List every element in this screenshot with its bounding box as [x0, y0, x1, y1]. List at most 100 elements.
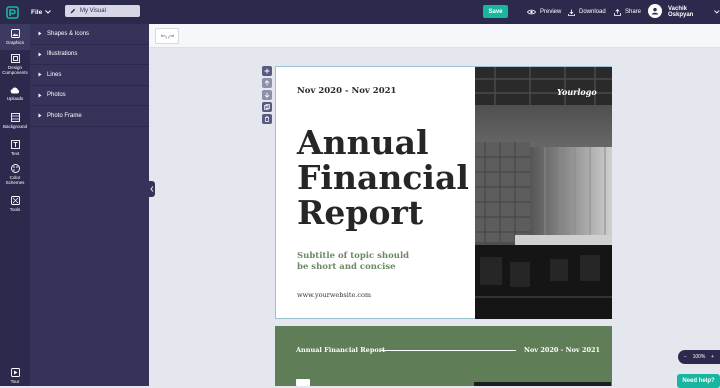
panel-item-photo-frame[interactable]: Photo Frame [30, 106, 149, 127]
title-line-3: Report [297, 193, 424, 232]
design-page-2[interactable]: Annual Financial Report Nov 2020 - Nov 2… [275, 326, 612, 386]
zoom-level[interactable]: 100% [693, 354, 706, 360]
rail-item-color-schemes[interactable]: Color Schemes [0, 164, 30, 188]
avatar[interactable] [648, 4, 662, 18]
panel-item-lines[interactable]: Lines [30, 65, 149, 86]
panel-item-label: Illustrations [47, 51, 78, 58]
rail-item-graphics[interactable]: Graphics [0, 24, 30, 50]
zoom-out-button[interactable]: − [684, 354, 687, 360]
copy-icon [264, 104, 270, 110]
pencil-icon [70, 8, 76, 14]
rail-label-text: Text [10, 151, 20, 156]
subtitle-text[interactable]: Subtitle of topic should be short and co… [297, 251, 417, 273]
trash-icon [265, 116, 269, 122]
office-photo-image [475, 67, 612, 319]
arrow-up-icon [264, 80, 270, 86]
rail-label-color-schemes: Color Schemes [5, 175, 25, 185]
project-name-field[interactable]: My Visual [65, 5, 140, 17]
undo-icon[interactable] [160, 34, 167, 39]
panel-item-photos[interactable]: Photos [30, 86, 149, 106]
panel-item-label: Photo Frame [47, 112, 82, 119]
caret-right-icon [38, 93, 42, 98]
page2-heading-fragment[interactable] [296, 379, 310, 386]
zoom-control: − 100% + [678, 350, 720, 364]
background-icon [10, 113, 20, 122]
rail-label-uploads: Uploads [6, 96, 24, 101]
user-menu[interactable]: Vachik Oskpyan [668, 0, 720, 24]
rail-label-background: Background [2, 124, 28, 129]
download-label: Download [579, 9, 606, 15]
add-page-button[interactable] [262, 66, 272, 76]
duplicate-page-button[interactable] [262, 102, 272, 112]
preview-button[interactable]: Preview [527, 0, 561, 24]
rail-label-tools: Tools [9, 207, 21, 212]
title-line-2: Financial [297, 158, 469, 197]
share-label: Share [625, 9, 642, 15]
panel-item-label: Lines [47, 71, 62, 78]
title-line-1: Annual [297, 123, 429, 162]
file-menu[interactable]: File [31, 8, 52, 16]
user-name: Vachik Oskpyan [668, 6, 694, 18]
panel-item-label: Photos [47, 92, 66, 99]
rail-item-design-components[interactable]: Design Components [0, 54, 30, 80]
caret-right-icon [38, 72, 42, 77]
rail-label-design-components: Design Components [2, 65, 28, 75]
download-button[interactable]: Download [568, 0, 606, 24]
tools-icon [10, 196, 20, 205]
design-components-icon [10, 54, 20, 63]
delete-page-button[interactable] [262, 114, 272, 124]
redo-icon[interactable] [167, 34, 175, 39]
user-icon [651, 7, 659, 15]
arrow-down-icon [264, 92, 270, 98]
page2-date-range[interactable]: Nov 2020 - Nov 2021 [524, 346, 600, 354]
rail-label-tour: Tour [10, 379, 20, 384]
date-range-text[interactable]: Nov 2020 - Nov 2021 [297, 86, 396, 96]
panel-item-label: Shapes & Icons [47, 30, 90, 37]
project-name: My Visual [80, 8, 106, 14]
share-button[interactable]: Share [614, 0, 641, 24]
tour-icon [10, 368, 20, 377]
app-logo-icon[interactable] [0, 0, 24, 24]
history-bar [149, 24, 720, 48]
save-button[interactable]: Save [483, 5, 508, 18]
rail-label-graphics: Graphics [5, 40, 24, 45]
rail-item-background[interactable]: Background [0, 113, 30, 131]
logo-text[interactable]: Yourlogo [557, 87, 597, 97]
collapse-panel-button[interactable] [149, 181, 155, 197]
page-tools [262, 66, 272, 126]
caret-right-icon [38, 113, 42, 118]
text-icon [10, 140, 20, 149]
share-icon [614, 8, 621, 16]
panel-item-illustrations[interactable]: Illustrations [30, 45, 149, 65]
palette-icon [10, 164, 20, 173]
website-text[interactable]: www.yourwebsite.com [297, 291, 371, 299]
chevron-left-icon [150, 186, 154, 192]
chevron-down-icon [714, 10, 720, 14]
graphics-icon [10, 29, 20, 38]
rail-item-uploads[interactable]: Uploads [0, 86, 30, 104]
rail-item-tour[interactable]: Tour [0, 368, 30, 386]
report-title[interactable]: Annual Financial Report [297, 125, 469, 230]
divider-line[interactable] [381, 350, 516, 351]
design-page-1[interactable]: Nov 2020 - Nov 2021 Annual Financial Rep… [275, 66, 612, 319]
move-up-button[interactable] [262, 78, 272, 88]
rail-item-tools[interactable]: Tools [0, 196, 30, 214]
download-icon [568, 9, 575, 16]
page2-photo[interactable] [474, 382, 611, 386]
tool-rail: Graphics Design Components Uploads Backg… [0, 24, 30, 386]
graphics-panel: Shapes & Icons Illustrations Lines Photo… [30, 24, 149, 386]
panel-item-shapes-icons[interactable]: Shapes & Icons [30, 24, 149, 45]
zoom-in-button[interactable]: + [711, 354, 714, 360]
rail-item-text[interactable]: Text [0, 140, 30, 158]
caret-right-icon [38, 31, 42, 36]
file-menu-label: File [31, 8, 43, 16]
page2-title[interactable]: Annual Financial Report [296, 346, 385, 354]
office-photo[interactable]: Yourlogo [475, 67, 612, 319]
chevron-down-icon [45, 10, 52, 14]
plus-icon [264, 68, 270, 74]
caret-right-icon [38, 52, 42, 57]
undo-redo-group [155, 28, 179, 44]
move-down-button[interactable] [262, 90, 272, 100]
preview-label: Preview [540, 9, 562, 15]
top-bar: File My Visual Save Preview Download Sha… [0, 0, 720, 24]
